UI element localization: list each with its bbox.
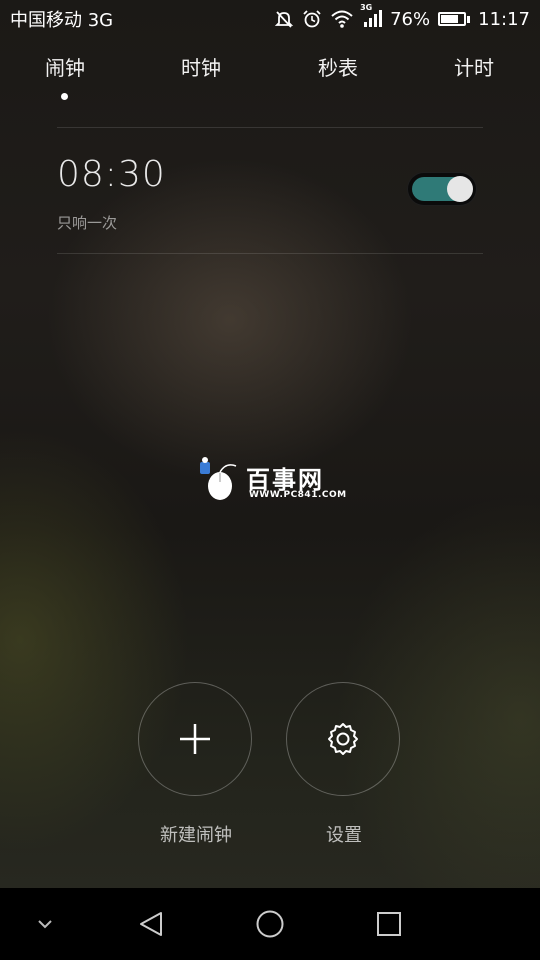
battery-percent: 76% [390, 8, 431, 30]
recents-icon [377, 912, 401, 936]
settings-label: 设置 [326, 825, 362, 846]
active-tab-indicator [61, 93, 68, 100]
tab-label: 秒表 [318, 56, 358, 80]
tab-clock[interactable]: 时钟 [151, 52, 251, 81]
back-icon [140, 912, 162, 936]
new-alarm-action: 新建闹钟 [138, 682, 254, 847]
watermark-url: WWW.PC841.COM [249, 490, 347, 500]
mouse-logo-icon [200, 457, 237, 500]
tab-bar: 闹钟 时钟 秒表 计时 [0, 52, 540, 102]
tab-label: 计时 [454, 56, 494, 80]
gear-icon [328, 723, 358, 755]
plus-icon [180, 724, 210, 754]
recents-button[interactable] [366, 888, 412, 960]
carrier-label: 中国移动 3G [10, 10, 114, 31]
back-button[interactable] [128, 888, 174, 960]
alarm-clock-icon [302, 9, 322, 29]
tab-timer[interactable]: 计时 [424, 52, 524, 81]
battery-icon [438, 12, 471, 26]
tab-label: 闹钟 [45, 56, 85, 80]
watermark-logo: 百事网 WWW.PC841.COM [196, 456, 356, 506]
navigation-bar [0, 888, 540, 960]
divider [57, 253, 483, 254]
status-bar: 中国移动 3G 3G 76% 11:17 [0, 0, 540, 38]
chevron-down-icon [38, 920, 52, 929]
alarm-item[interactable]: 08:30 只响一次 [57, 128, 483, 252]
hide-nav-button[interactable] [24, 888, 66, 960]
settings-button[interactable] [286, 682, 400, 796]
alarm-toggle[interactable] [407, 172, 477, 206]
wifi-icon [330, 9, 354, 29]
tab-stopwatch[interactable]: 秒表 [288, 52, 388, 81]
home-icon [256, 910, 284, 938]
tab-alarm[interactable]: 闹钟 [15, 52, 115, 100]
alarm-repeat-label: 只响一次 [57, 214, 118, 232]
signal-icon: 3G [360, 3, 383, 29]
clock-time: 11:17 [478, 8, 530, 30]
settings-action: 设置 [286, 682, 402, 847]
toggle-knob [447, 176, 473, 202]
network-badge: 3G [360, 3, 373, 12]
status-icons: 3G 76% 11:17 [274, 3, 530, 30]
alarm-time: 08:30 [57, 154, 166, 195]
new-alarm-button[interactable] [138, 682, 252, 796]
new-alarm-label: 新建闹钟 [160, 825, 232, 846]
mute-icon [274, 9, 294, 29]
home-button[interactable] [246, 888, 294, 960]
tab-label: 时钟 [181, 56, 221, 80]
